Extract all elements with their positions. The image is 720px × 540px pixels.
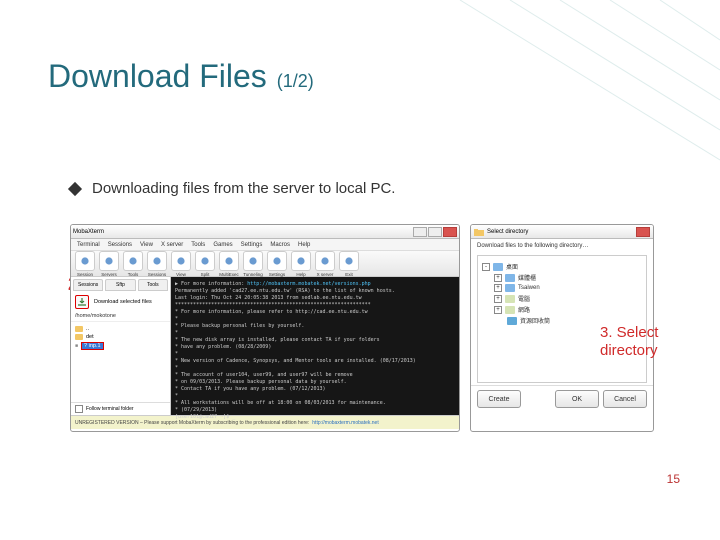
- toolbar-tools[interactable]: [123, 251, 143, 271]
- tree-item[interactable]: +Tsaiwen: [482, 284, 642, 292]
- terminal-line: *: [175, 365, 455, 372]
- toolbar-tunneling[interactable]: [243, 251, 263, 271]
- terminal-line: * The new disk array is installed, pleas…: [175, 337, 455, 344]
- toolbar-x-server[interactable]: [315, 251, 335, 271]
- bullet-text: Downloading files from the server to loc…: [92, 180, 395, 197]
- callout-select-directory: 3. Select directory: [600, 324, 680, 360]
- toolbar-split[interactable]: [195, 251, 215, 271]
- close-icon[interactable]: [443, 227, 457, 237]
- dialog-close-icon[interactable]: [636, 227, 650, 237]
- tree-item[interactable]: -桌面: [482, 262, 642, 271]
- menu-x-server[interactable]: X server: [161, 242, 183, 248]
- terminal-line: * For more information, please refer to …: [175, 309, 455, 316]
- bullet-icon: [68, 181, 82, 195]
- terminal-line: * have any problem. (08/28/2009): [175, 344, 455, 351]
- file-list[interactable]: .. det ■? inp.1: [71, 322, 170, 402]
- create-button[interactable]: Create: [477, 390, 521, 408]
- terminal-line: [user101@cad27 ~]$ _: [175, 414, 455, 421]
- slide-number: 15: [667, 472, 680, 486]
- terminal-line: * on 09/03/2013. Please backup personal …: [175, 379, 455, 386]
- toolbar-view[interactable]: [171, 251, 191, 271]
- toolbar-servers[interactable]: [99, 251, 119, 271]
- terminal-line: Permanently added 'cad27.ee.ntu.edu.tw' …: [175, 288, 455, 295]
- slide-step: (1/2): [277, 71, 314, 92]
- toolbar-session[interactable]: [75, 251, 95, 271]
- menu-macros[interactable]: Macros: [270, 242, 290, 248]
- cancel-button[interactable]: Cancel: [603, 390, 647, 408]
- toolbar-help[interactable]: [291, 251, 311, 271]
- menu-view[interactable]: View: [140, 242, 153, 248]
- sidebar-tab-sessions[interactable]: Sessions: [73, 279, 103, 291]
- menu-terminal[interactable]: Terminal: [77, 242, 100, 248]
- dialog-title: Select directory: [487, 229, 528, 235]
- download-button[interactable]: [75, 295, 89, 309]
- directory-tree[interactable]: -桌面+媒體櫃+Tsaiwen+電腦+網路資源回收筒: [477, 255, 647, 383]
- sftp-path: /home/mokotone: [71, 311, 170, 322]
- terminal-line: *: [175, 351, 455, 358]
- slide-title: Download Files: [48, 58, 267, 95]
- toolbar[interactable]: SessionServersToolsSessionsViewSplitMult…: [71, 251, 459, 277]
- sidebar-tab-sftp[interactable]: Sftp: [105, 279, 135, 291]
- terminal-line: * Contact TA if you have any problem. (0…: [175, 386, 455, 393]
- sidebar-tab-tools[interactable]: Tools: [138, 279, 168, 291]
- app-title: MobaXterm: [73, 229, 104, 235]
- follow-label: Follow terminal folder: [86, 406, 134, 412]
- file-item[interactable]: ■? inp.1: [75, 342, 166, 350]
- terminal-line: * The account of user104, user99, and us…: [175, 372, 455, 379]
- download-label: Download selected files: [94, 299, 152, 305]
- sftp-sidebar: SessionsSftpTools Download selected file…: [71, 277, 171, 415]
- tree-item[interactable]: +網路: [482, 305, 642, 314]
- menu-bar[interactable]: Terminal Sessions View X server Tools Games Se…: [71, 239, 459, 251]
- file-item[interactable]: ..: [75, 326, 166, 332]
- terminal-line: *: [175, 393, 455, 400]
- toolbar-sessions[interactable]: [147, 251, 167, 271]
- dialog-prompt: Download files to the following director…: [471, 239, 653, 253]
- maximize-icon[interactable]: [428, 227, 442, 237]
- mobaxterm-window: MobaXterm Terminal Sessions View X server To…: [70, 224, 460, 432]
- terminal-line: *: [175, 330, 455, 337]
- menu-settings[interactable]: Settings: [241, 242, 263, 248]
- follow-checkbox[interactable]: [75, 405, 83, 413]
- terminal-line: ****************************************…: [175, 302, 455, 309]
- ok-button[interactable]: OK: [555, 390, 599, 408]
- toolbar-settings[interactable]: [267, 251, 287, 271]
- tree-item[interactable]: +電腦: [482, 294, 642, 303]
- window-controls[interactable]: [413, 227, 457, 237]
- terminal-line: * (07/29/2013): [175, 407, 455, 414]
- menu-games[interactable]: Games: [213, 242, 232, 248]
- terminal-line: ▶ For more information: http://mobaxterm…: [175, 281, 455, 288]
- menu-tools[interactable]: Tools: [191, 242, 205, 248]
- terminal-line: * Please backup personal files by yourse…: [175, 323, 455, 330]
- terminal-line: * New version of Cadence, Synopsys, and …: [175, 358, 455, 365]
- terminal[interactable]: ▶ For more information: http://mobaxterm…: [171, 277, 459, 415]
- toolbar-multiexec[interactable]: [219, 251, 239, 271]
- folder-icon: [474, 227, 484, 237]
- terminal-line: Last login: Thu Oct 24 20:05:38 2013 fro…: [175, 295, 455, 302]
- toolbar-exit[interactable]: [339, 251, 359, 271]
- terminal-line: *: [175, 316, 455, 323]
- minimize-icon[interactable]: [413, 227, 427, 237]
- menu-sessions[interactable]: Sessions: [108, 242, 132, 248]
- file-item[interactable]: det: [75, 334, 166, 340]
- tree-item[interactable]: +媒體櫃: [482, 273, 642, 282]
- terminal-line: * All workstations will be off at 18:00 …: [175, 400, 455, 407]
- menu-help[interactable]: Help: [298, 242, 310, 248]
